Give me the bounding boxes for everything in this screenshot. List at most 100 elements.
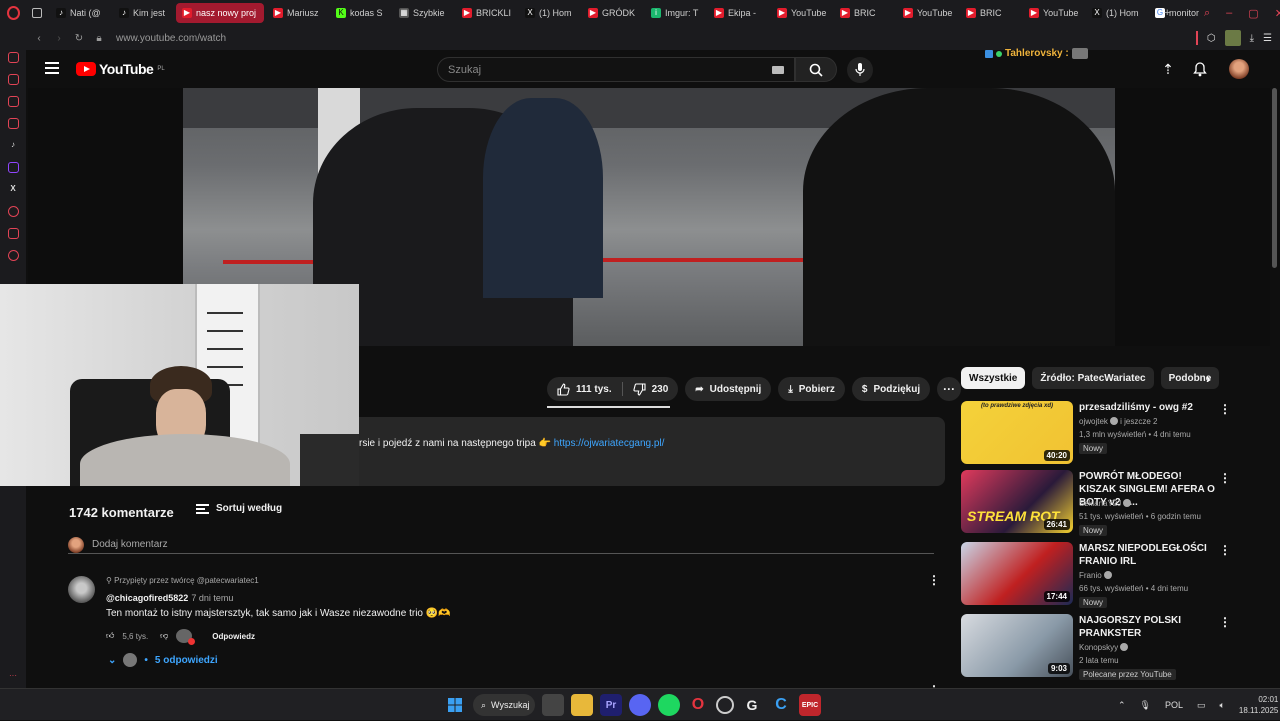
profile-thumb-icon[interactable] — [1224, 30, 1241, 46]
tiktok-sidebar-icon[interactable]: ♪ — [8, 140, 19, 151]
menu-icon[interactable] — [45, 62, 59, 74]
reply-button[interactable]: Odpowiedz — [212, 632, 255, 641]
browser-tab[interactable]: ▶ GRÓDK — [582, 3, 642, 23]
back-icon[interactable]: ‹ — [32, 33, 46, 44]
minimize-icon[interactable]: – — [1226, 7, 1232, 19]
discord-icon[interactable] — [629, 694, 651, 716]
ccleaner-icon[interactable]: C — [770, 694, 792, 716]
dislike-button[interactable]: 230 — [623, 382, 679, 396]
description-link[interactable]: https://ojwariatecgang.pl/ — [554, 438, 665, 449]
browser-tab[interactable]: ▶ Ekipa - — [708, 3, 768, 23]
recommendation-menu-icon[interactable]: ⋮ — [1219, 544, 1231, 556]
recommendation-menu-icon[interactable]: ⋮ — [1219, 616, 1231, 628]
browser-tab[interactable]: ▶ BRIC — [834, 3, 894, 23]
maximize-icon[interactable]: ▢ — [1248, 7, 1258, 20]
network-icon[interactable]: ▭ — [1197, 700, 1206, 711]
download-icon[interactable]: ⤓ — [1250, 33, 1254, 44]
opera-icon[interactable]: O — [687, 694, 709, 716]
opera-logo-icon[interactable] — [0, 0, 26, 26]
browser-tab[interactable]: i Imgur: T — [645, 3, 705, 23]
recommendation-title[interactable]: MARSZ NIEPODLEGŁOŚCI FRANIO IRL — [1079, 542, 1215, 568]
browser-tab[interactable]: ▶ BRIC — [960, 3, 1020, 23]
comment-dislike-icon[interactable]: 👎︎ — [160, 631, 168, 641]
recommendation-menu-icon[interactable]: ⋮ — [1219, 472, 1231, 484]
chevron-right-icon[interactable]: › — [1206, 371, 1210, 386]
history-icon[interactable] — [7, 250, 19, 261]
task-view-icon[interactable] — [542, 694, 564, 716]
file-explorer-icon[interactable] — [571, 694, 593, 716]
youtube-logo[interactable]: YouTube PL — [76, 61, 165, 77]
comment-author[interactable]: @chicagofired5822 7 dni temu — [106, 593, 233, 603]
search-button[interactable] — [795, 57, 837, 82]
tray-mic-icon[interactable]: 🎙︎ — [1140, 700, 1151, 711]
video-thumbnail[interactable]: 9:03 — [961, 614, 1073, 677]
recommendation-item[interactable]: STREAM ROT 26:41 POWRÓT MŁODEGO! KISZAK SI… — [961, 470, 1231, 536]
author-handle[interactable]: @chicagofired5822 — [106, 593, 188, 603]
recommendation-channel[interactable]: ojwojtek i jeszcze 2 — [1079, 417, 1158, 426]
thanks-button[interactable]: $ Podziękuj — [851, 377, 931, 401]
sort-button[interactable]: Sortuj według — [196, 503, 282, 514]
recommendation-item[interactable]: (to prawdziwe zdjęcia xd) 40:20 przesadzil… — [961, 401, 1231, 465]
sidebar-more-icon[interactable]: ··· — [9, 671, 17, 680]
scrollbar[interactable] — [1272, 88, 1277, 268]
obs-icon[interactable] — [716, 696, 734, 714]
reload-icon[interactable]: ↻ — [72, 33, 86, 44]
video-thumbnail[interactable]: STREAM ROT 26:41 — [961, 470, 1073, 533]
steam-icon[interactable]: G — [741, 694, 763, 716]
view-replies-button[interactable]: ⌄ • 5 odpowiedzi — [108, 653, 218, 667]
instagram-icon[interactable] — [7, 118, 19, 129]
account-avatar[interactable] — [1229, 59, 1249, 79]
more-actions-icon[interactable]: ··· — [937, 377, 962, 401]
recommendation-title[interactable]: przesadziliśmy - owg #2 — [1079, 401, 1215, 414]
video-thumbnail[interactable]: 17:44 — [961, 542, 1073, 605]
comment-menu-icon[interactable]: ⋮ — [928, 574, 940, 586]
recommendation-channel[interactable]: Franio — [1079, 571, 1112, 580]
like-button[interactable]: 111 tys. — [547, 382, 622, 396]
premiere-pro-icon[interactable]: Pr — [600, 694, 622, 716]
recommendation-item[interactable]: 17:44 MARSZ NIEPODLEGŁOŚCI FRANIO IRL Fran… — [961, 542, 1231, 608]
comment-time[interactable]: 7 dni temu — [191, 593, 233, 603]
language-indicator[interactable]: POL — [1165, 700, 1183, 710]
search-input[interactable]: Szukaj — [437, 57, 795, 82]
extensions-icon[interactable]: ⬡ — [1207, 33, 1216, 44]
tray-chevron-icon[interactable]: ⌃ — [1118, 700, 1126, 711]
search-tabs-icon[interactable]: ⌕ — [1204, 7, 1210, 20]
comment-like-icon[interactable]: 👍︎ — [106, 631, 114, 641]
recommendation-item[interactable]: 9:03 NAJGORSZY POLSKI PRANKSTER Konopskyy … — [961, 614, 1231, 680]
upload-icon[interactable]: ⇡ — [1160, 61, 1176, 77]
easy-setup-icon[interactable]: ☰ — [1263, 33, 1272, 44]
browser-tab[interactable]: Gmonitor — [1149, 3, 1209, 23]
browser-tab[interactable]: ▶ YouTube — [771, 3, 831, 23]
browser-tab[interactable]: X (1) Hom — [519, 3, 579, 23]
tab-island-icon[interactable] — [26, 3, 50, 23]
recommendation-title[interactable]: NAJGORSZY POLSKI PRANKSTER — [1079, 614, 1215, 640]
recommendation-channel[interactable]: SzklanaY2J — [1079, 499, 1132, 508]
chip-0[interactable]: Wszystkie — [961, 367, 1026, 389]
player-icon[interactable] — [7, 206, 19, 217]
chip-1[interactable]: Źródło: PatecWariatec — [1032, 367, 1154, 389]
browser-tab[interactable]: ♪ Nati (@ — [50, 3, 110, 23]
video-thumbnail[interactable]: (to prawdziwe zdjęcia xd) 40:20 — [961, 401, 1073, 464]
recommendation-menu-icon[interactable]: ⋮ — [1219, 403, 1231, 415]
chip-2[interactable]: Podobne — [1160, 367, 1220, 389]
browser-tab[interactable]: ▶ YouTube — [897, 3, 957, 23]
bookmarks-icon[interactable] — [7, 228, 19, 239]
new-tab-icon[interactable]: + — [1164, 7, 1170, 19]
twitch-sidebar-icon[interactable] — [7, 162, 19, 173]
browser-tab[interactable]: ▶ YouTube — [1023, 3, 1083, 23]
add-comment-field[interactable]: Dodaj komentarz — [68, 536, 934, 554]
epic-games-icon[interactable]: EPIC — [799, 694, 821, 716]
browser-tab[interactable]: ▶ nasz nowy proj — [176, 3, 264, 23]
commenter-avatar[interactable] — [68, 576, 95, 603]
browser-tab[interactable]: ▦ Szybkie — [393, 3, 453, 23]
download-button[interactable]: ⤓ Pobierz — [778, 377, 845, 401]
x-sidebar-icon[interactable]: X — [8, 184, 19, 195]
forward-icon[interactable]: › — [52, 33, 66, 44]
close-window-icon[interactable]: ✕ — [1275, 7, 1280, 20]
browser-tab[interactable]: X (1) Hom — [1086, 3, 1146, 23]
shopping-icon[interactable] — [7, 74, 19, 85]
speed-dial-icon[interactable] — [7, 52, 19, 63]
video-description[interactable]: rsie i pojedź z nami na następnego tripa… — [359, 417, 945, 486]
voice-search-button[interactable] — [847, 57, 873, 83]
volume-icon[interactable]: 🔈︎ — [1220, 700, 1225, 711]
